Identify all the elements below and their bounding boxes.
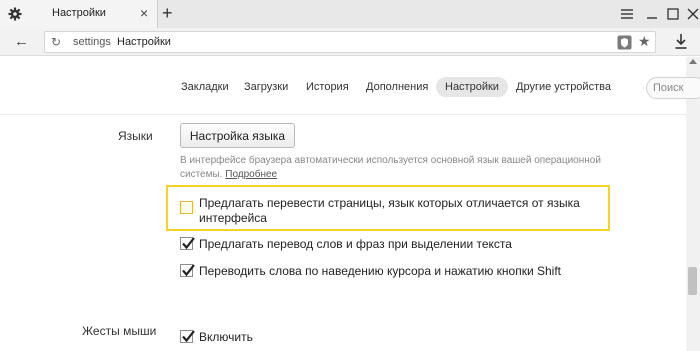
languages-hint: В интерфейсе браузера автоматически испо… (180, 154, 620, 182)
translate-pages-checkbox[interactable] (180, 201, 193, 214)
reload-icon[interactable]: ↻ (51, 35, 61, 49)
mouse-gestures-enable-label: Включить (199, 330, 253, 344)
translate-hover-checkbox[interactable] (180, 264, 195, 277)
translate-hover-label: Переводить слова по наведению курсора и … (199, 264, 562, 278)
nav-other-devices[interactable]: Другие устройства (516, 81, 611, 93)
checkmark-icon (182, 264, 195, 277)
address-bar[interactable]: ↻ settings Настройки ★ (44, 31, 656, 53)
nav-history[interactable]: История (306, 81, 349, 93)
nav-bookmarks[interactable]: Закладки (181, 81, 229, 93)
protect-shield-icon[interactable] (617, 35, 632, 50)
translate-selection-checkbox[interactable] (180, 237, 195, 250)
nav-divider (0, 114, 686, 115)
translate-pages-label-line2: интерфейса (199, 211, 267, 225)
checkmark-icon (182, 330, 195, 343)
mouse-gestures-enable-option[interactable]: Включить (180, 329, 300, 345)
mouse-gestures-checkbox[interactable] (180, 330, 195, 343)
nav-extensions[interactable]: Дополнения (366, 81, 428, 93)
checkmark-icon (182, 237, 195, 250)
gear-icon (8, 7, 22, 21)
mouse-gestures-section-label: Жесты мыши (82, 324, 157, 338)
scrollbar-thumb[interactable] (688, 267, 697, 295)
navigation-bar: ← ↻ settings Настройки ★ (0, 28, 700, 56)
minimize-icon[interactable] (643, 5, 661, 23)
maximize-icon[interactable] (664, 5, 682, 23)
languages-section-label: Языки (118, 129, 153, 143)
settings-search-input[interactable]: Поиск (646, 77, 700, 99)
translate-hover-option[interactable]: Переводить слова по наведению курсора и … (180, 263, 580, 279)
browser-tab-settings[interactable]: Настройки × (0, 0, 158, 28)
menu-icon[interactable] (618, 5, 636, 23)
settings-nav: Закладки Загрузки История Дополнения Нас… (0, 74, 700, 102)
back-arrow-icon[interactable]: ← (14, 33, 29, 50)
language-settings-button[interactable]: Настройка языка (180, 123, 295, 148)
nav-settings[interactable]: Настройки (436, 77, 508, 97)
url-scheme: settings (73, 36, 111, 48)
download-icon[interactable] (674, 33, 688, 51)
scroll-up-arrow-icon[interactable] (689, 59, 697, 64)
more-info-link[interactable]: Подробнее (225, 169, 277, 180)
translate-pages-option[interactable]: Предлагать перевести страницы, язык кото… (180, 195, 600, 229)
nav-downloads[interactable]: Загрузки (244, 81, 288, 93)
bookmark-star-icon[interactable]: ★ (638, 33, 651, 50)
translate-pages-label-line1: Предлагать перевести страницы, язык кото… (199, 196, 580, 210)
new-tab-button[interactable]: + (162, 3, 173, 23)
url-page-title: Настройки (117, 36, 171, 48)
tab-title: Настройки (52, 7, 106, 19)
translate-selection-label: Предлагать перевод слов и фраз при выдел… (199, 237, 512, 251)
close-tab-icon[interactable]: × (140, 5, 148, 21)
vertical-scrollbar[interactable] (686, 57, 700, 351)
close-window-icon[interactable] (684, 5, 700, 23)
translate-selection-option[interactable]: Предлагать перевод слов и фраз при выдел… (180, 236, 540, 252)
title-bar: Настройки × + (0, 0, 700, 28)
